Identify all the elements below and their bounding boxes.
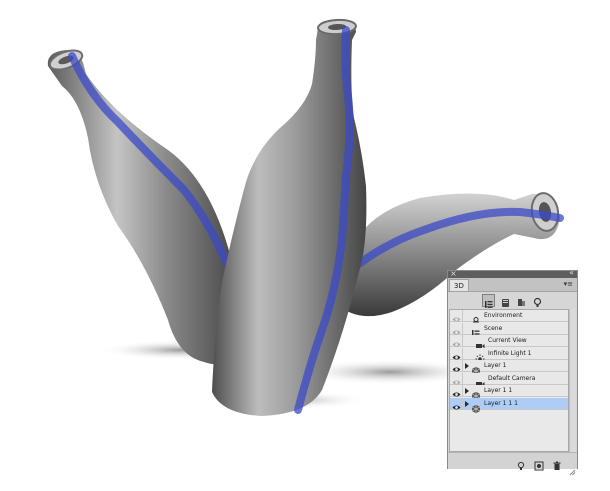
layer-list[interactable]: Environment Scene Current View Infinite Lig… [449,309,569,452]
layer-label: Default Camera [488,374,536,382]
tab-3d[interactable]: 3D [449,279,469,291]
panel-tabbar: 3D ▾≡ [448,278,577,292]
layer-label: Scene [484,324,503,332]
panel-titlebar[interactable]: × « [448,268,577,278]
layer-label: Environment [484,312,523,319]
bottle-back-left[interactable] [47,47,247,365]
expand-triangle-icon[interactable] [465,400,469,407]
filter-toolbar [448,292,577,309]
visibility-eye-off-icon[interactable] [451,372,463,384]
scene-filter-icon[interactable] [482,294,495,308]
layer-row[interactable]: Layer 1 [450,360,568,376]
layer-row[interactable]: Default Camera [450,372,568,386]
layer-row[interactable]: Infinite Light 1 [450,347,568,363]
add-light-icon[interactable] [516,456,526,470]
resize-grip-icon[interactable] [569,461,576,476]
layer-label: Layer 1 1 [484,387,513,394]
visibility-eye-icon[interactable] [451,360,463,372]
3d-panel: × « 3D ▾≡ Environment Scene Current View In… [447,268,578,476]
visibility-eye-off-icon[interactable] [451,322,463,334]
layer-row[interactable]: Scene [450,322,568,338]
light-filter-icon[interactable] [531,294,544,307]
layer-label: Current View [488,337,527,344]
environment-icon [471,311,481,325]
scene-icon [471,324,481,338]
mesh-icon [471,361,481,376]
infinite-light-icon [475,349,485,363]
layer-row[interactable]: Layer 1 1 1 [450,397,568,413]
bottle-front[interactable] [212,18,367,416]
layer-label: Layer 1 [484,362,507,369]
camera-icon [475,374,485,386]
camera-icon [475,336,485,349]
delete-icon[interactable] [552,456,562,470]
visibility-eye-icon[interactable] [451,385,463,397]
scrollbar[interactable] [569,309,576,452]
layer-row[interactable]: Environment [450,310,568,325]
visibility-eye-icon[interactable] [451,397,463,409]
visibility-eye-off-icon[interactable] [451,310,463,322]
visibility-eye-off-icon[interactable] [451,335,463,347]
render-icon[interactable] [534,456,544,471]
mesh-icon [471,399,481,413]
layer-label: Layer 1 1 1 [484,399,518,407]
layer-row[interactable]: Layer 1 1 [450,385,568,401]
expand-triangle-icon[interactable] [465,363,469,369]
panel-menu-icon[interactable]: ▾≡ [564,280,573,289]
material-filter-icon[interactable] [515,294,528,307]
mesh-icon [471,386,481,401]
layer-row[interactable]: Current View [450,335,568,349]
visibility-eye-icon[interactable] [451,347,463,359]
panel-bottombar [448,452,577,476]
expand-triangle-icon[interactable] [465,388,469,394]
mesh-filter-icon[interactable] [499,294,512,307]
layer-label: Infinite Light 1 [488,349,532,357]
